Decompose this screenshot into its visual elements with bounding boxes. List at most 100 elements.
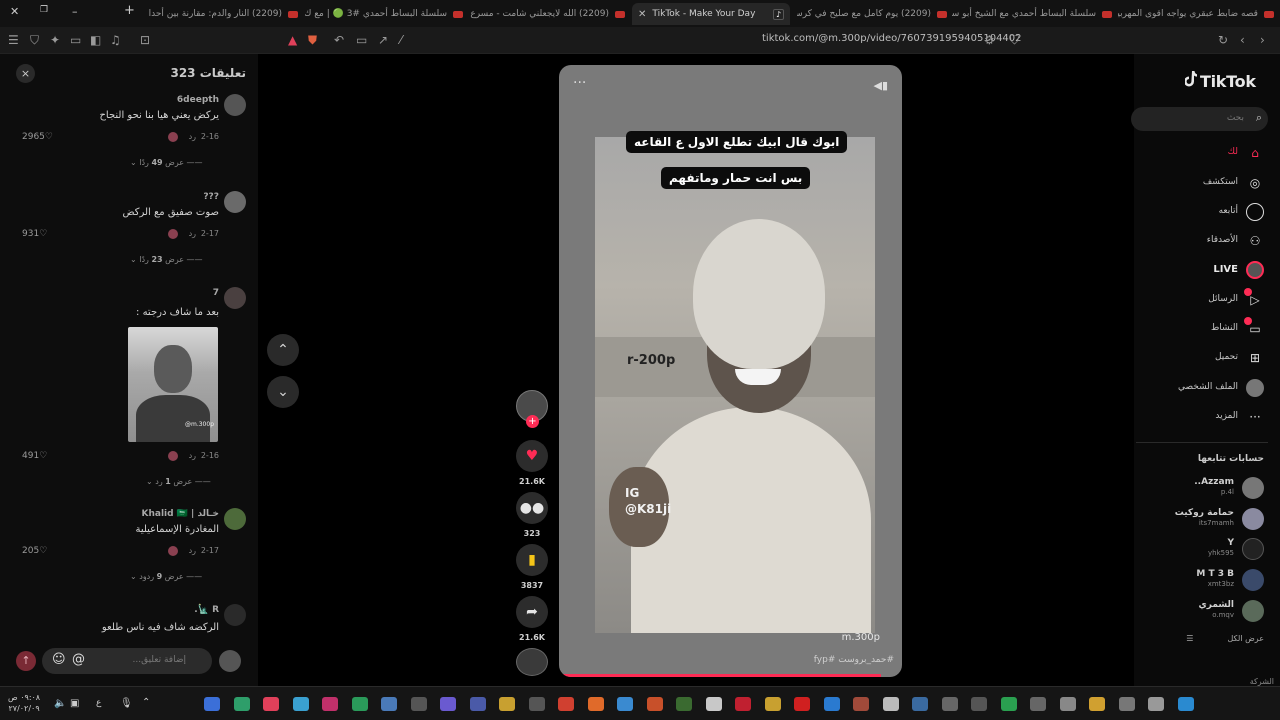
- taskbar-window-icon[interactable]: [1089, 697, 1105, 711]
- network-icon[interactable]: ▣: [70, 698, 79, 709]
- close-comments-button[interactable]: ×: [16, 64, 35, 83]
- company-link[interactable]: الشركة: [1250, 677, 1274, 686]
- taskbar-app-icon[interactable]: [941, 697, 958, 711]
- previous-video-button[interactable]: ⌃: [267, 334, 299, 366]
- comment-input[interactable]: إضافة تعليق... ☺ @: [42, 648, 212, 674]
- taskbar-chrome-icon[interactable]: [587, 697, 604, 711]
- url-field[interactable]: tiktok.com/@m.300p/video/760739195940510…: [762, 33, 1022, 44]
- like-action[interactable]: ♥ 21.6K: [516, 440, 548, 486]
- comment-user[interactable]: R 🗽.: [194, 605, 219, 615]
- taskbar-steam-icon[interactable]: [912, 697, 928, 711]
- microphone-icon[interactable]: 🎙: [120, 698, 133, 709]
- taskbar-folder-icon[interactable]: [499, 697, 515, 711]
- video-progress-bar[interactable]: [559, 674, 882, 677]
- taskbar-terminal-icon[interactable]: [233, 697, 250, 711]
- taskbar-shield-icon[interactable]: [292, 697, 309, 711]
- taskbar-edge-icon[interactable]: [823, 697, 840, 711]
- close-window-icon[interactable]: ✕: [10, 5, 19, 18]
- taskbar-tiktok-icon[interactable]: [263, 697, 279, 711]
- see-all-button[interactable]: عرض الكل☰: [1186, 634, 1264, 643]
- tab-2[interactable]: (2209) يوم كامل مع صليح في كرسي الا: [797, 3, 947, 25]
- taskbar-chatgpt-icon[interactable]: [351, 697, 368, 711]
- taskbar-whatsapp-icon[interactable]: [1000, 697, 1017, 711]
- tiktok-logo[interactable]: TikTok: [1185, 71, 1256, 91]
- heart-icon[interactable]: ♡: [39, 546, 47, 556]
- reply-button[interactable]: رد: [189, 451, 196, 460]
- tab-tiktok-active[interactable]: ✕ TikTok - Make Your Day ♪: [632, 3, 790, 25]
- share-icon[interactable]: ➦: [516, 596, 548, 628]
- view-replies-button[interactable]: —— عرض 9 ردود ⌄: [130, 572, 202, 581]
- cast-icon[interactable]: ▭: [356, 33, 367, 47]
- tab-6[interactable]: (2209) النار والدم: مقارنة بين أحداث الش…: [148, 3, 298, 25]
- screenshot-icon[interactable]: ⊡: [140, 33, 150, 47]
- back-icon[interactable]: ›: [1260, 33, 1265, 47]
- sound-disc-icon[interactable]: [516, 648, 548, 676]
- nav-live[interactable]: LIVE: [1140, 260, 1268, 282]
- taskbar-vlc-icon[interactable]: [617, 697, 633, 711]
- taskbar-launcher-icon[interactable]: [440, 697, 456, 711]
- taskbar-media-icon[interactable]: [646, 697, 663, 711]
- comment-action[interactable]: ●● 323: [516, 492, 548, 538]
- taskbar-start-icon[interactable]: [204, 697, 220, 711]
- search-input[interactable]: بحث ⌕: [1131, 107, 1268, 131]
- comment-user[interactable]: خـالد | Khalid 🇸🇦: [142, 509, 219, 519]
- following-account[interactable]: Y yhk595: [1150, 536, 1268, 562]
- taskbar-speedometer-icon[interactable]: [971, 697, 987, 711]
- heart-icon[interactable]: ♡: [39, 229, 47, 239]
- taskbar-nvidia-icon[interactable]: [676, 697, 692, 711]
- minimize-window-icon[interactable]: –: [72, 5, 78, 18]
- system-clock[interactable]: ٠٩:٠٨ ص ٢٧/٠٢/٠٩: [8, 692, 40, 714]
- nav-following[interactable]: أتابعه: [1140, 202, 1268, 224]
- taskbar-explorer-icon[interactable]: [1059, 697, 1076, 711]
- shield-icon[interactable]: ⛉: [30, 33, 39, 47]
- comment-user[interactable]: 6deepth: [177, 95, 219, 105]
- follow-plus-icon[interactable]: +: [526, 415, 539, 428]
- tab-4[interactable]: (2209) الله لايجعلني شامت - مسرع - ه: [470, 3, 625, 25]
- nav-explore[interactable]: استكشف ◎: [1140, 173, 1268, 195]
- heart-icon[interactable]: ♥: [516, 440, 548, 472]
- taskbar-brave-icon[interactable]: [558, 697, 574, 711]
- wallet-icon[interactable]: ▭: [70, 33, 81, 47]
- language-indicator[interactable]: ع: [96, 698, 101, 708]
- menu-icon[interactable]: ☰: [8, 33, 19, 47]
- next-video-button[interactable]: ⌄: [267, 376, 299, 408]
- tab-5[interactable]: سلسلة البساط أحمدي #3 🟢 | مع ك: [305, 3, 463, 25]
- comment-likes[interactable]: 2965♡: [22, 132, 53, 142]
- taskbar-defender-icon[interactable]: [381, 697, 397, 711]
- view-replies-button[interactable]: —— عرض 49 ردًا ⌄: [130, 158, 203, 167]
- comment-likes[interactable]: 205♡: [22, 546, 47, 556]
- taskbar-settings-icon[interactable]: [1030, 697, 1046, 711]
- taskbar-store-icon[interactable]: [882, 697, 899, 711]
- taskbar-app-icon[interactable]: [322, 697, 338, 711]
- video-player[interactable]: ··· ◀▮ ابوك قال ابيك تطلع الاول ع القاعه…: [559, 65, 902, 677]
- volume-icon[interactable]: ◀▮: [873, 79, 888, 92]
- bookmark-icon[interactable]: ⛉: [1010, 33, 1019, 47]
- taskbar-app-icon[interactable]: [853, 697, 869, 711]
- view-replies-button[interactable]: —— عرض 1 رد ⌄: [146, 477, 211, 486]
- taskbar-app-icon[interactable]: [528, 697, 545, 711]
- avatar[interactable]: [224, 287, 246, 309]
- back-arrow-icon[interactable]: ↶: [334, 33, 344, 47]
- nav-more[interactable]: المزيد ···: [1140, 407, 1268, 429]
- translate-icon[interactable]: ⁄: [400, 33, 402, 47]
- close-tab-icon[interactable]: ✕: [638, 9, 646, 20]
- taskbar-search-icon[interactable]: [1118, 697, 1135, 711]
- avatar[interactable]: [224, 604, 246, 626]
- taskbar-youtube-icon[interactable]: [794, 697, 810, 711]
- music-icon[interactable]: ♫: [110, 33, 121, 47]
- puzzle-icon[interactable]: ✦: [50, 33, 60, 47]
- following-account[interactable]: Azzam.. p.4l: [1150, 475, 1268, 501]
- avatar[interactable]: [224, 191, 246, 213]
- nav-upload[interactable]: تحميل ⊞: [1140, 348, 1268, 370]
- comment-user[interactable]: 7: [213, 288, 219, 298]
- nav-friends[interactable]: الأصدقاء ⚇: [1140, 231, 1268, 253]
- nav-for-you[interactable]: لك ⌂: [1140, 143, 1268, 165]
- comment-image[interactable]: @m.300p: [128, 327, 218, 442]
- heart-icon[interactable]: ♡: [45, 132, 53, 142]
- share-action[interactable]: ➦ 21.6K: [516, 596, 548, 642]
- video-hashtags[interactable]: #حمد_بروست #fyp: [814, 655, 894, 665]
- reply-button[interactable]: رد: [189, 229, 196, 238]
- following-account[interactable]: الشمري o.mqv: [1150, 598, 1268, 624]
- comment-likes[interactable]: 491♡: [22, 451, 47, 461]
- comment-icon[interactable]: ●●: [516, 492, 548, 524]
